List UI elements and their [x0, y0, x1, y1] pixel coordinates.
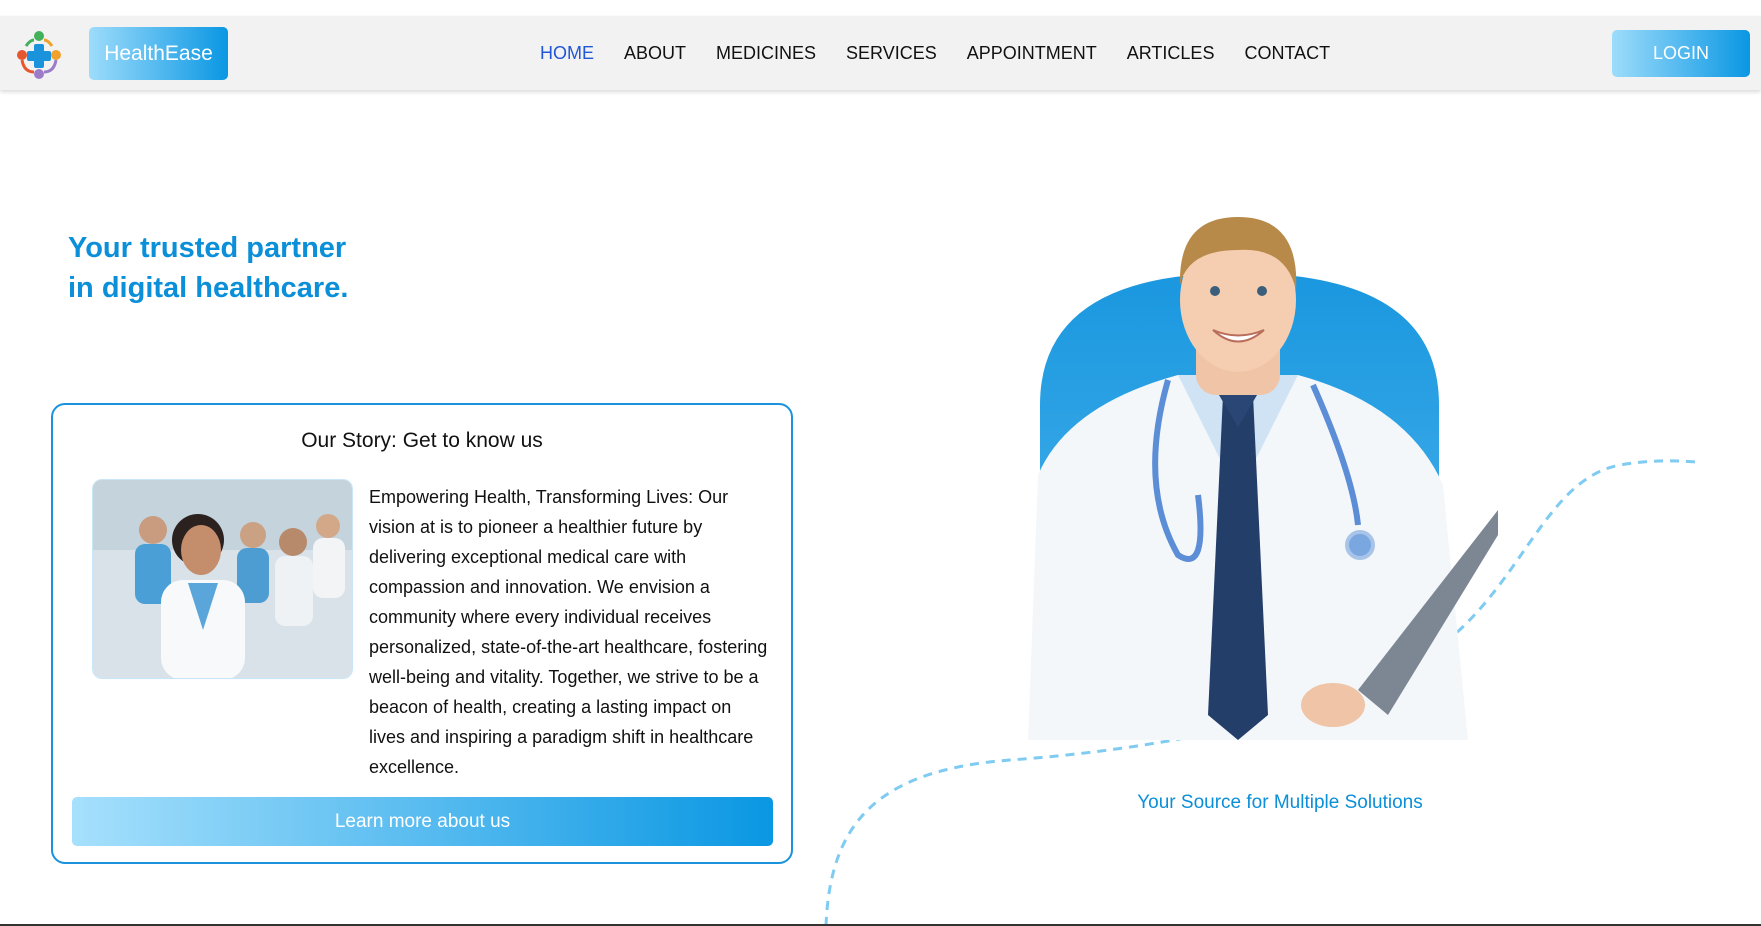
nav-item-contact[interactable]: CONTACT: [1244, 43, 1330, 64]
hero-tagline: Your Source for Multiple Solutions: [1137, 792, 1423, 813]
page-root: HealthEase HOME ABOUT MEDICINES SERVICES…: [0, 0, 1761, 926]
hero-title-line-1: Your trusted partner: [68, 232, 347, 264]
nav-item-about[interactable]: ABOUT: [624, 43, 686, 64]
login-button[interactable]: LOGIN: [1612, 30, 1750, 77]
doctor-illustration: [1028, 195, 1528, 740]
medical-cross-people-logo-icon[interactable]: [12, 28, 66, 82]
brand-name[interactable]: HealthEase: [89, 27, 228, 80]
nav-item-appointment[interactable]: APPOINTMENT: [967, 43, 1097, 64]
nav-item-medicines[interactable]: MEDICINES: [716, 43, 816, 64]
learn-more-button[interactable]: Learn more about us: [72, 797, 773, 846]
main-nav: HOME ABOUT MEDICINES SERVICES APPOINTMEN…: [540, 16, 1360, 90]
navbar: HealthEase HOME ABOUT MEDICINES SERVICES…: [0, 16, 1761, 90]
top-strip: [0, 0, 1761, 16]
story-body: Empowering Health, Transforming Lives: O…: [369, 487, 768, 777]
hero-title: Your trusted partner in digital healthca…: [68, 228, 488, 308]
nav-item-home[interactable]: HOME: [540, 43, 594, 64]
nav-item-articles[interactable]: ARTICLES: [1127, 43, 1215, 64]
hero-title-line-2: in digital healthcare.: [68, 272, 349, 304]
our-story-card: Our Story: Get to know us Empowering Hea…: [51, 403, 793, 864]
nav-item-services[interactable]: SERVICES: [846, 43, 937, 64]
medical-team-photo: [92, 479, 353, 679]
story-heading: Our Story: Get to know us: [301, 429, 543, 452]
